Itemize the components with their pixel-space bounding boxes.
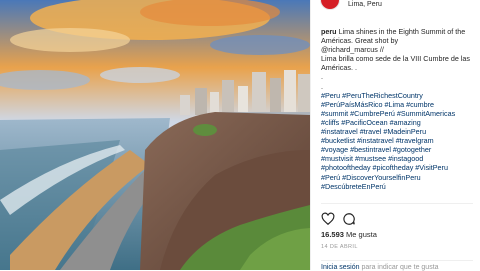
like-label: Me gusta — [343, 230, 377, 239]
hashtag-line[interactable]: #voyage #bestintravel #gotogether — [321, 145, 479, 154]
hashtag-line[interactable]: #Perú #DiscoverYourselfinPeru — [321, 173, 479, 182]
like-number: 16.593 — [321, 230, 344, 239]
hashtag-line[interactable]: #instatravel #travel #MadeinPeru — [321, 127, 479, 136]
hashtag-line[interactable]: #DescúbreteEnPerú — [321, 182, 479, 191]
post-date: 14 DE ABRIL — [321, 244, 358, 250]
comment-bar: Inicia sesión para indicar que te gusta — [321, 260, 473, 271]
post-caption: peru Lima shines in the Eighth Summit of… — [321, 27, 479, 191]
hashtag-line[interactable]: #Peru #PeruTheRichestCountry — [321, 91, 479, 100]
hashtag-line[interactable]: #mustvisit #mustsee #instagood — [321, 154, 479, 163]
caption-username[interactable]: peru — [321, 27, 337, 36]
credit-suffix: // — [377, 45, 384, 55]
caption-text: Lima shines in the Eighth Summit of the … — [321, 27, 466, 46]
credit-mention[interactable]: @richard_marcus — [321, 45, 378, 54]
heart-icon[interactable] — [321, 212, 335, 226]
avatar[interactable] — [320, 0, 340, 10]
hashtag-line[interactable]: #PerúPaísMásRico #Lima #cumbre — [321, 100, 479, 109]
hashtag-line[interactable]: #cliffs #PacificOcean #amazing — [321, 118, 479, 127]
hashtag-line[interactable]: #photooftheday #picoftheday #VisitPeru — [321, 163, 479, 172]
comment-icon[interactable] — [342, 212, 356, 226]
hashtag-list: #Peru #PeruTheRichestCountry #PerúPaísMá… — [321, 91, 479, 191]
hashtag-line[interactable]: #summit #CumbrePerú #SummitAmericas — [321, 109, 479, 118]
post-header: Lima, Peru — [311, 0, 480, 14]
hashtag-line[interactable]: #bucketlist #instatravel #travelgram — [321, 136, 479, 145]
caption-dot: . — [321, 81, 323, 91]
caption-spanish: Lima brilla como sede de la VIII Cumbre … — [321, 54, 471, 73]
lima-coast-image — [0, 0, 310, 270]
divider — [321, 203, 473, 204]
location-link[interactable]: Lima, Peru — [348, 1, 382, 8]
like-count[interactable]: 16.593 Me gusta — [321, 230, 377, 239]
post-photo — [0, 0, 310, 270]
caption-dot: . — [321, 72, 323, 82]
post-sidebar: Lima, Peru peru Lima shines in the Eight… — [310, 0, 480, 271]
